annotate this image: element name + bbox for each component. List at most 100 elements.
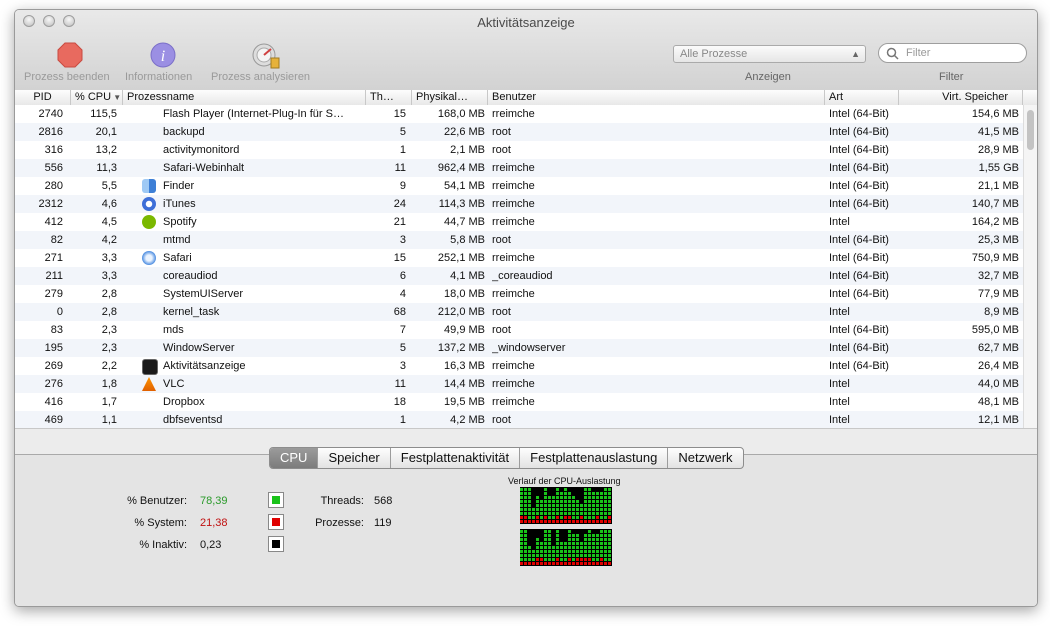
cpu-history-cell: [532, 546, 535, 549]
tab-cpu[interactable]: CPU: [270, 448, 319, 468]
cell-cpu: 1,1: [101, 414, 117, 426]
cpu-history-cell: [524, 488, 527, 491]
table-row[interactable]: 316 13,2 activitymonitord 1 2,1 MB root Intel …: [15, 141, 1023, 159]
cell-threads: 11: [394, 162, 406, 174]
cell-kind: Intel (64-Bit): [829, 270, 889, 282]
table-row[interactable]: 269 2,2 Aktivitätsanzeige 3 16,3 MB rreimche I…: [15, 357, 1023, 375]
cpu-user-color-swatch[interactable]: [268, 492, 284, 508]
cell-cpu: 115,5: [90, 108, 117, 120]
table-row[interactable]: 412 4,5 Spotify 21 44,7 MB rreimche Intel 164,2…: [15, 213, 1023, 231]
cell-virtual-memory: 750,9 MB: [971, 252, 1019, 264]
cpu-history-cell: [592, 508, 595, 511]
column-kind[interactable]: Art: [825, 90, 899, 105]
column-user[interactable]: Benutzer: [488, 90, 825, 105]
table-row[interactable]: 195 2,3 WindowServer 5 137,2 MB _windowserver…: [15, 339, 1023, 357]
table-row[interactable]: 83 2,3 mds 7 49,9 MB root Intel (64-Bit) 595,0 …: [15, 321, 1023, 339]
scrollbar-thumb[interactable]: [1027, 110, 1034, 150]
table-row[interactable]: 469 1,1 dbfseventsd 1 4,2 MB root Intel 12,1 MB: [15, 411, 1023, 428]
tab-disk-usage[interactable]: Festplattenauslastung: [520, 448, 669, 468]
analyze-process-button[interactable]: [251, 42, 281, 73]
table-row[interactable]: 0 2,8 kernel_task 68 212,0 MB root Intel 8,9 MB: [15, 303, 1023, 321]
cpu-history-cell: [576, 516, 579, 519]
filter-search-field[interactable]: Filter: [878, 43, 1027, 63]
cell-pid: 280: [44, 180, 63, 192]
cpu-history-cell: [536, 538, 539, 541]
cpu-idle-color-swatch[interactable]: [268, 536, 284, 552]
cpu-history-cell: [572, 488, 575, 491]
cpu-history-cell: [580, 504, 583, 507]
cpu-history-cell: [548, 542, 551, 545]
cpu-history-cell: [560, 520, 563, 523]
column-cpu[interactable]: % CPU ▼: [71, 90, 123, 105]
cpu-history-cell: [584, 492, 587, 495]
cpu-history-cell: [532, 562, 535, 565]
quit-process-button[interactable]: [57, 42, 83, 71]
table-row[interactable]: 556 11,3 Safari-Webinhalt 11 962,4 MB rreimch…: [15, 159, 1023, 177]
cpu-history-cell: [592, 534, 595, 537]
table-row[interactable]: 2740 115,5 Flash Player (Internet-Plug-In …: [15, 105, 1023, 123]
cpu-history-cell: [548, 500, 551, 503]
column-virtual-memory[interactable]: Virt. Speicher: [899, 90, 1023, 105]
cpu-history-cell: [532, 512, 535, 515]
cpu-history-cell: [600, 538, 603, 541]
cell-pid: 195: [44, 342, 63, 354]
table-row[interactable]: 2816 20,1 backupd 5 22,6 MB root Intel (64-Bit…: [15, 123, 1023, 141]
cpu-history-cell: [588, 492, 591, 495]
cpu-history-cell: [548, 530, 551, 533]
column-threads[interactable]: Th…: [366, 90, 412, 105]
cpu-history-cell: [592, 488, 595, 491]
table-row[interactable]: 279 2,8 SystemUIServer 4 18,0 MB rreimche Inte…: [15, 285, 1023, 303]
cpu-history-cell: [580, 558, 583, 561]
table-row[interactable]: 271 3,3 Safari 15 252,1 MB rreimche Intel (64-…: [15, 249, 1023, 267]
cpu-history-cell: [520, 546, 523, 549]
cell-cpu: 5,5: [101, 180, 117, 192]
cpu-history-cell: [604, 516, 607, 519]
column-pid[interactable]: PID: [15, 90, 71, 105]
cpu-history-cell: [544, 542, 547, 545]
cpu-history-cell: [604, 496, 607, 499]
cpu-history-cell: [564, 504, 567, 507]
cell-user: root: [492, 414, 511, 426]
cpu-history-cell: [524, 500, 527, 503]
column-process-name[interactable]: Prozessname: [123, 90, 366, 105]
tab-network[interactable]: Netzwerk: [668, 448, 742, 468]
cpu-history-cell: [600, 550, 603, 553]
cell-process-name: iTunes: [163, 198, 196, 210]
cpu-history-cell: [544, 534, 547, 537]
cell-physical-memory: 114,3 MB: [438, 198, 485, 210]
cell-process-name: Safari: [163, 252, 192, 264]
window-title: Aktivitätsanzeige: [477, 15, 575, 30]
table-row[interactable]: 82 4,2 mtmd 3 5,8 MB root Intel (64-Bit) 25,3 M…: [15, 231, 1023, 249]
tab-disk-activity[interactable]: Festplattenaktivität: [391, 448, 521, 468]
cpu-history-cell: [524, 558, 527, 561]
cell-process-name: VLC: [163, 378, 185, 390]
cpu-history-cell: [608, 554, 611, 557]
table-row[interactable]: 280 5,5 Finder 9 54,1 MB rreimche Intel (64-Bi…: [15, 177, 1023, 195]
table-row[interactable]: 416 1,7 Dropbox 18 19,5 MB rreimche Intel 48,1 …: [15, 393, 1023, 411]
cell-process-name: Spotify: [163, 216, 197, 228]
cpu-history-cell: [520, 530, 523, 533]
cell-threads: 3: [399, 234, 406, 246]
cpu-history-cell: [604, 542, 607, 545]
cpu-history-cell: [532, 504, 535, 507]
cpu-history-cell: [588, 534, 591, 537]
table-row[interactable]: 2312 4,6 iTunes 24 114,3 MB rreimche Intel (64…: [15, 195, 1023, 213]
cell-user: rreimche: [492, 396, 535, 408]
cpu-history-cell: [576, 546, 579, 549]
cpu-history-cell: [600, 542, 603, 545]
column-physical-memory[interactable]: Physikal…: [412, 90, 488, 105]
cell-physical-memory: 2,1 MB: [450, 144, 485, 156]
cpu-history-cell: [588, 504, 591, 507]
table-row[interactable]: 211 3,3 coreaudiod 6 4,1 MB _coreaudiod Intel …: [15, 267, 1023, 285]
cpu-history-cell: [608, 534, 611, 537]
cpu-system-color-swatch[interactable]: [268, 514, 284, 530]
cpu-history-cell: [560, 492, 563, 495]
cell-kind: Intel (64-Bit): [829, 108, 889, 120]
info-button[interactable]: i: [150, 42, 176, 71]
table-row[interactable]: 276 1,8 VLC 11 14,4 MB rreimche Intel 44,0 MB: [15, 375, 1023, 393]
table-scrollbar[interactable]: [1023, 105, 1037, 428]
tab-memory[interactable]: Speicher: [318, 448, 391, 468]
cell-threads: 68: [393, 306, 406, 318]
cpu-history-cell: [592, 496, 595, 499]
process-filter-select[interactable]: Alle Prozesse ▲: [673, 45, 866, 63]
